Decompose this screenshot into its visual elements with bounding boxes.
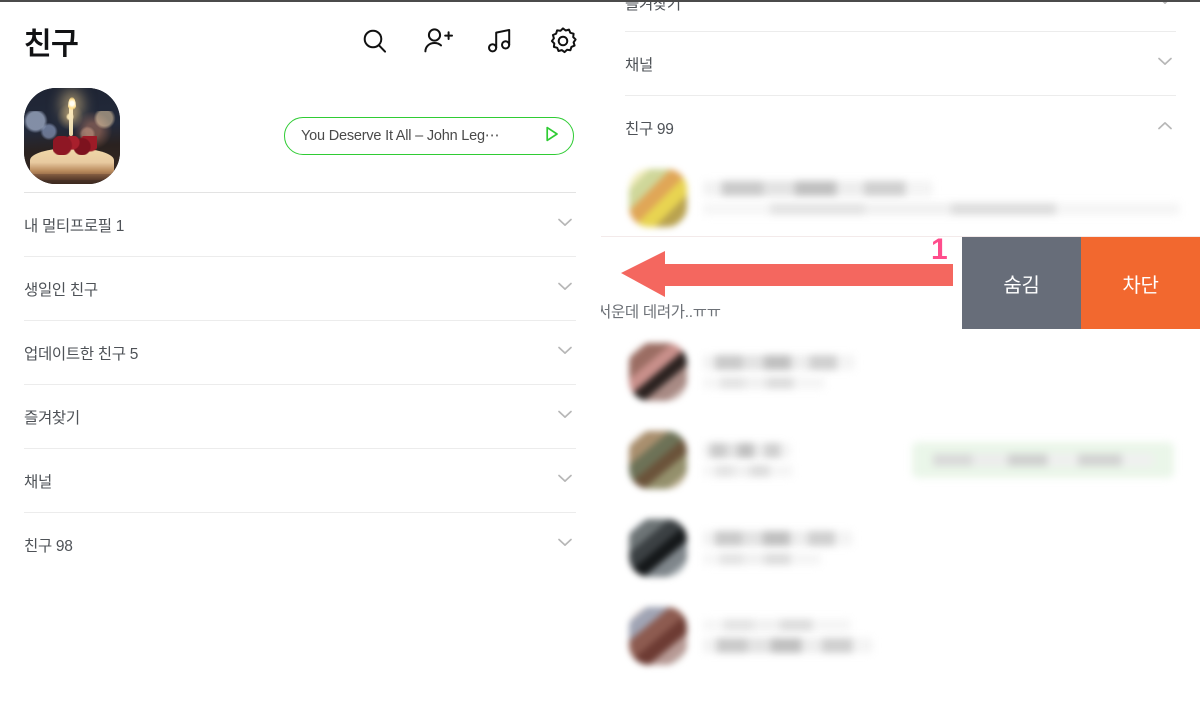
sidebar-item-updated-friends[interactable]: 업데이트한 친구 5 bbox=[24, 320, 576, 384]
friend-info bbox=[703, 355, 1200, 389]
chevron-down-icon[interactable] bbox=[554, 339, 576, 366]
music-track-title: You Deserve It All – John Leg⋯ bbox=[301, 128, 500, 144]
search-icon[interactable] bbox=[360, 26, 390, 56]
header-icon-group bbox=[360, 26, 578, 56]
play-icon[interactable] bbox=[541, 124, 561, 149]
table-row[interactable] bbox=[601, 160, 1200, 236]
chevron-up-icon[interactable] bbox=[1154, 115, 1176, 142]
chevron-down-icon[interactable] bbox=[1154, 2, 1176, 16]
friend-status-redacted bbox=[703, 203, 1181, 215]
friend-subtext-redacted bbox=[703, 465, 793, 477]
annotation-arrow-icon bbox=[621, 251, 953, 301]
chevron-down-icon[interactable] bbox=[1154, 50, 1176, 77]
table-row[interactable] bbox=[601, 504, 1200, 592]
list-item-label: 친구 99 bbox=[625, 121, 674, 138]
friend-name-redacted bbox=[703, 355, 855, 370]
friends-header: 친구 bbox=[0, 2, 600, 80]
list-item-favorites[interactable]: 즐겨찾기 bbox=[625, 2, 1176, 32]
chevron-down-icon[interactable] bbox=[554, 211, 576, 238]
friend-info bbox=[703, 181, 1200, 215]
annotation-step-number: 1 bbox=[931, 233, 948, 266]
page-title: 친구 bbox=[24, 28, 79, 61]
list-item-label: 채널 bbox=[625, 56, 653, 74]
sidebar-item-friends-count[interactable]: 친구 98 bbox=[24, 512, 576, 576]
sidebar-item-label: 생일인 친구 bbox=[24, 281, 98, 299]
avatar[interactable] bbox=[629, 607, 687, 665]
sidebar-item-birthdays[interactable]: 생일인 친구 bbox=[24, 256, 576, 320]
sidebar-item-channels[interactable]: 채널 bbox=[24, 448, 576, 512]
list-item-channels[interactable]: 채널 bbox=[625, 32, 1176, 96]
settings-gear-icon[interactable] bbox=[548, 26, 578, 56]
avatar[interactable] bbox=[24, 88, 120, 184]
table-row[interactable] bbox=[601, 328, 1200, 416]
table-row[interactable] bbox=[601, 592, 1200, 680]
my-profile-row[interactable]: You Deserve It All – John Leg⋯ bbox=[0, 80, 600, 192]
left-category-list: 내 멀티프로필 1 생일인 친구 업데이트한 친구 5 즐겨찾기 채널 친구 9… bbox=[0, 192, 600, 576]
chevron-down-icon[interactable] bbox=[554, 403, 576, 430]
music-now-playing-pill[interactable]: You Deserve It All – John Leg⋯ bbox=[284, 117, 574, 155]
friend-subtext-redacted bbox=[703, 553, 821, 565]
avatar[interactable] bbox=[629, 519, 687, 577]
table-row[interactable] bbox=[601, 416, 1200, 504]
friend-music-status-badge[interactable] bbox=[912, 442, 1174, 478]
friend-info bbox=[703, 531, 1200, 565]
left-panel: 친구 You Deserve It All – John Leg⋯ 내 멀티프로… bbox=[0, 2, 600, 720]
friend-subtext-redacted bbox=[703, 377, 825, 389]
chevron-down-icon[interactable] bbox=[554, 467, 576, 494]
list-item-friends-count[interactable]: 친구 99 bbox=[625, 96, 1176, 160]
avatar[interactable] bbox=[629, 169, 687, 227]
friend-status-message: 서운데 데려가..ㅠㅠ bbox=[601, 304, 721, 321]
friend-info bbox=[703, 443, 912, 477]
sidebar-item-label: 업데이트한 친구 5 bbox=[24, 345, 139, 363]
sidebar-item-label: 친구 98 bbox=[24, 537, 73, 555]
list-item-label: 즐겨찾기 bbox=[625, 2, 681, 13]
music-icon[interactable] bbox=[486, 26, 516, 56]
friend-subtext-redacted bbox=[703, 638, 873, 653]
friend-name-redacted bbox=[703, 619, 851, 631]
right-panel: 즐겨찾기 채널 친구 99 1 서운데 데려가..ㅠㅠ 숨김 차단 bbox=[601, 2, 1200, 720]
friend-name-redacted bbox=[703, 443, 791, 458]
block-button[interactable]: 차단 bbox=[1081, 237, 1200, 329]
swipe-action-row: 1 서운데 데려가..ㅠㅠ 숨김 차단 bbox=[601, 233, 1200, 329]
sidebar-item-favorites[interactable]: 즐겨찾기 bbox=[24, 384, 576, 448]
swipe-action-buttons: 숨김 차단 bbox=[962, 237, 1200, 329]
sidebar-item-label: 채널 bbox=[24, 473, 52, 491]
screenshot-root: 친구 You Deserve It All – John Leg⋯ 내 멀티프로… bbox=[0, 0, 1200, 720]
right-category-list: 즐겨찾기 채널 친구 99 bbox=[601, 2, 1200, 160]
sidebar-item-label: 즐겨찾기 bbox=[24, 409, 80, 427]
hide-button[interactable]: 숨김 bbox=[962, 237, 1081, 329]
chevron-down-icon[interactable] bbox=[554, 275, 576, 302]
avatar[interactable] bbox=[629, 343, 687, 401]
sidebar-item-multiprofile[interactable]: 내 멀티프로필 1 bbox=[24, 192, 576, 256]
friend-info bbox=[703, 619, 1200, 653]
friend-name-redacted bbox=[703, 181, 933, 196]
chevron-down-icon[interactable] bbox=[554, 531, 576, 558]
sidebar-item-label: 내 멀티프로필 1 bbox=[24, 217, 125, 235]
add-friend-icon[interactable] bbox=[422, 26, 454, 56]
avatar[interactable] bbox=[629, 431, 687, 489]
friend-name-redacted bbox=[703, 531, 853, 546]
